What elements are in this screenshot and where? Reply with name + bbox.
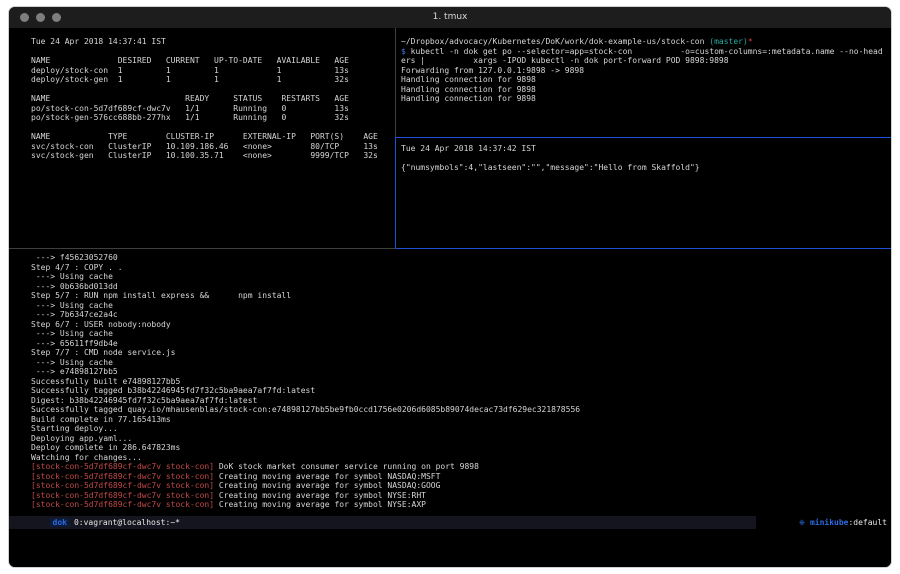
terminal-line: Tue 24 Apr 2018 14:37:42 IST xyxy=(401,144,700,154)
terminal-line: Deploy complete in 286.647823ms xyxy=(31,443,580,453)
terminal-line: {"numsymbols":4,"lastseen":"","message":… xyxy=(401,163,700,173)
terminal-line: Deploying app.yaml... xyxy=(31,434,580,444)
terminal-line: [stock-con-5d7df689cf-dwc7v stock-con] D… xyxy=(31,462,580,472)
terminal-line: NAME TYPE CLUSTER-IP EXTERNAL-IP PORT(S)… xyxy=(31,132,378,142)
terminal-line: NAME DESIRED CURRENT UP-TO-DATE AVAILABL… xyxy=(31,56,378,66)
terminal-line: Build complete in 77.165413ms xyxy=(31,415,580,425)
terminal-line: ---> Using cache xyxy=(31,329,580,339)
terminal-line: ---> Using cache xyxy=(31,358,580,368)
pane-skaffold-build-log[interactable]: ---> f45623052760Step 4/7 : COPY . . ---… xyxy=(31,253,580,510)
terminal-line: svc/stock-con ClusterIP 10.109.186.46 <n… xyxy=(31,142,378,152)
terminal-line xyxy=(401,154,700,164)
terminal-line xyxy=(31,85,378,95)
terminal-line: ---> e74898127bb5 xyxy=(31,367,580,377)
terminal-line: Successfully built e74898127bb5 xyxy=(31,377,580,387)
terminal-line: Digest: b38b42246945fd7f32c5ba9aea7af7fd… xyxy=(31,396,580,406)
terminal-line: ---> Using cache xyxy=(31,301,580,311)
terminal-line: Handling connection for 9898 xyxy=(401,85,883,95)
pane-kubectl-watch[interactable]: Tue 24 Apr 2018 14:37:41 IST NAME DESIRE… xyxy=(31,37,378,161)
terminal-line: $ kubectl -n dok get po --selector=app=s… xyxy=(401,47,883,57)
pane-divider-right-horizontal[interactable] xyxy=(395,137,891,138)
terminal-line: ---> f45623052760 xyxy=(31,253,580,263)
terminal-line: Handling connection for 9898 xyxy=(401,94,883,104)
session-name-badge[interactable]: dok xyxy=(50,518,70,527)
pane-divider-vertical-active[interactable] xyxy=(395,137,396,248)
terminal-line: Step 7/7 : CMD node service.js xyxy=(31,348,580,358)
kube-context-name: minikube xyxy=(810,518,849,527)
kube-context-indicator: ⎈ minikube:default xyxy=(756,503,891,542)
pane-divider-main-right[interactable] xyxy=(396,248,891,249)
status-left: dok 0:vagrant@localhost:~* xyxy=(9,503,180,542)
terminal-line: po/stock-con-5d7df689cf-dwc7v 1/1 Runnin… xyxy=(31,104,378,114)
terminal-line: Step 6/7 : USER nobody:nobody xyxy=(31,320,580,330)
kube-namespace: :default xyxy=(848,518,887,527)
terminal-line: Step 5/7 : RUN npm install express && np… xyxy=(31,291,580,301)
pane-curl-output[interactable]: Tue 24 Apr 2018 14:37:42 IST {"numsymbol… xyxy=(401,144,700,173)
terminal-line: ---> 7b6347ce2a4c xyxy=(31,310,580,320)
terminal-line: po/stock-gen-576cc688bb-277hx 1/1 Runnin… xyxy=(31,113,378,123)
terminal-line: Step 4/7 : COPY . . xyxy=(31,263,580,273)
terminal-line: NAME READY STATUS RESTARTS AGE xyxy=(31,94,378,104)
active-window-label[interactable]: 0:vagrant@localhost:~* xyxy=(74,518,180,527)
terminal-line: Forwarding from 127.0.0.1:9898 -> 9898 xyxy=(401,66,883,76)
terminal-line xyxy=(31,123,378,133)
terminal-line: deploy/stock-gen 1 1 1 1 32s xyxy=(31,75,378,85)
pane-port-forward[interactable]: ~/Dropbox/advocacy/Kubernetes/DoK/work/d… xyxy=(401,37,883,104)
terminal-line: Handling connection for 9898 xyxy=(401,75,883,85)
terminal-line: ---> 0b636bd013dd xyxy=(31,282,580,292)
terminal-line: Successfully tagged quay.io/mhausenblas/… xyxy=(31,405,580,415)
terminal-line: ---> Using cache xyxy=(31,272,580,282)
terminal-line: [stock-con-5d7df689cf-dwc7v stock-con] C… xyxy=(31,491,580,501)
terminal-line: Successfully tagged b38b42246945fd7f32c5… xyxy=(31,386,580,396)
terminal-line xyxy=(31,47,378,57)
pane-divider-main-left[interactable] xyxy=(9,248,396,249)
terminal-line: svc/stock-gen ClusterIP 10.100.35.71 <no… xyxy=(31,151,378,161)
tmux-session: Tue 24 Apr 2018 14:37:41 IST NAME DESIRE… xyxy=(9,28,891,567)
tmux-status-bar: dok0:vagrant@localhost:~* ⎈ minikube:def… xyxy=(9,516,891,529)
terminal-line: [stock-con-5d7df689cf-dwc7v stock-con] C… xyxy=(31,481,580,491)
terminal-line: ~/Dropbox/advocacy/Kubernetes/DoK/work/d… xyxy=(401,37,883,47)
terminal-line: ers | xargs -IPOD kubectl -n dok port-fo… xyxy=(401,56,883,66)
terminal-line: Tue 24 Apr 2018 14:37:41 IST xyxy=(31,37,378,47)
pane-divider-vertical-inactive[interactable] xyxy=(395,28,396,137)
terminal-line: ---> 65611ff9db4e xyxy=(31,339,580,349)
terminal-line: deploy/stock-con 1 1 1 1 13s xyxy=(31,66,378,76)
terminal-window: 1. tmux Tue 24 Apr 2018 14:37:41 IST NAM… xyxy=(8,6,892,568)
window-title: 1. tmux xyxy=(9,7,891,28)
terminal-line: Starting deploy... xyxy=(31,424,580,434)
titlebar: 1. tmux xyxy=(9,7,891,28)
terminal-line: Watching for changes... xyxy=(31,453,580,463)
terminal-line: [stock-con-5d7df689cf-dwc7v stock-con] C… xyxy=(31,472,580,482)
